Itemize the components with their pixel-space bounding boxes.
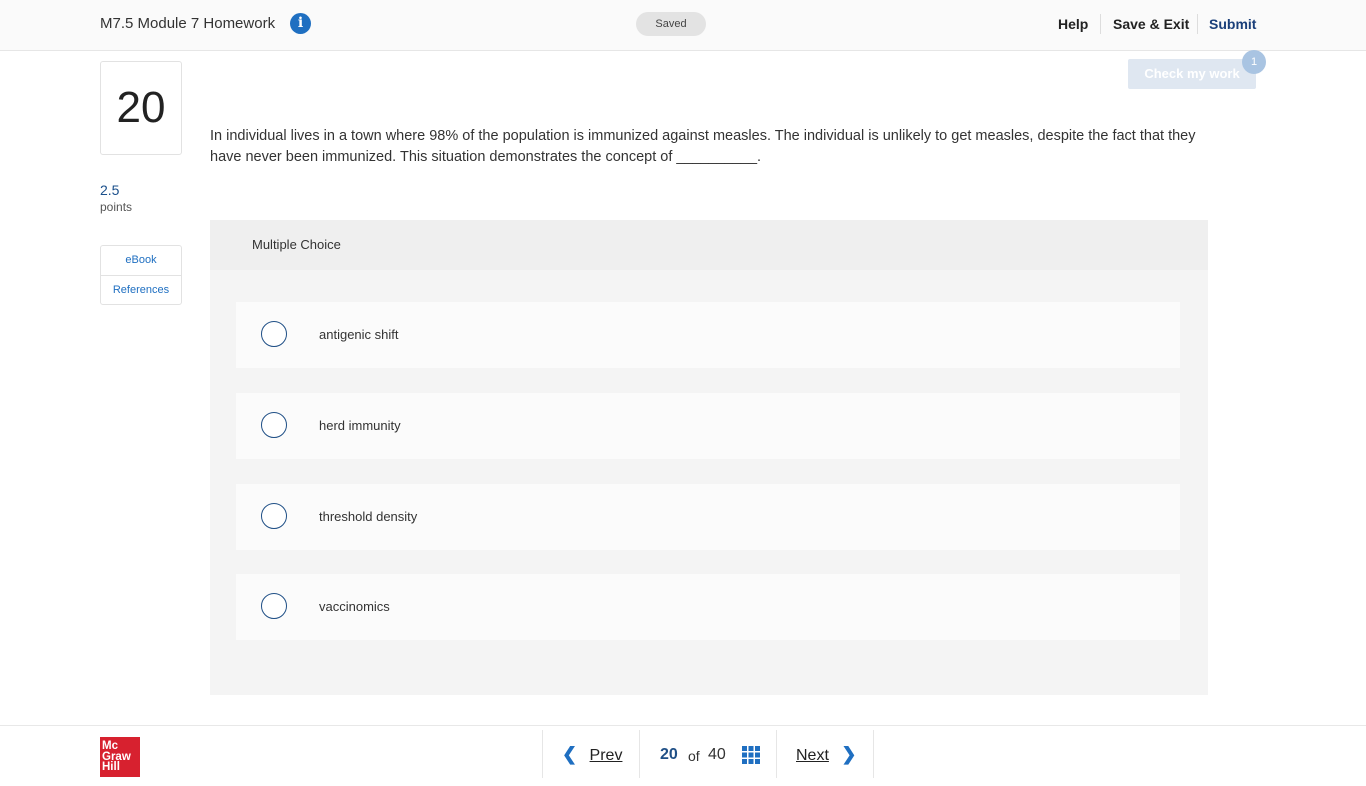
choice-option[interactable]: threshold density (236, 484, 1180, 550)
submit-link[interactable]: Submit (1209, 16, 1256, 32)
assignment-title: M7.5 Module 7 Homework (100, 15, 276, 32)
question-number: 20 (100, 61, 182, 155)
total-pages: 40 (708, 746, 726, 763)
choice-label: vaccinomics (319, 599, 390, 614)
choice-label: antigenic shift (319, 327, 399, 342)
header-divider (1100, 14, 1101, 34)
ebook-link[interactable]: eBook (101, 246, 181, 275)
question-type-label: Multiple Choice (252, 237, 341, 252)
radio-button[interactable] (261, 503, 287, 529)
choice-option[interactable]: antigenic shift (236, 302, 1180, 368)
check-my-work-button[interactable]: Check my work (1128, 59, 1256, 89)
info-icon[interactable]: i (290, 13, 311, 34)
nav-divider (776, 730, 777, 778)
choice-option[interactable]: herd immunity (236, 393, 1180, 459)
nav-divider (639, 730, 640, 778)
next-button[interactable]: Next ❯ (796, 744, 856, 765)
nav-divider (873, 730, 874, 778)
header-divider (1197, 14, 1198, 34)
points-label: points (100, 200, 133, 214)
prev-label: Prev (589, 747, 623, 764)
save-exit-link[interactable]: Save & Exit (1113, 16, 1189, 32)
next-label: Next (796, 747, 829, 764)
logo-line: Hill (102, 761, 120, 773)
radio-button[interactable] (261, 593, 287, 619)
help-link[interactable]: Help (1058, 16, 1088, 32)
resources-panel: eBook References (100, 245, 182, 305)
chevron-left-icon: ❮ (562, 744, 578, 764)
question-type-header: Multiple Choice (210, 220, 1208, 270)
grid-icon[interactable] (742, 746, 760, 764)
nav-divider (542, 730, 543, 778)
top-bar: M7.5 Module 7 Homework i Saved Help Save… (0, 0, 1366, 51)
chevron-right-icon: ❯ (841, 744, 857, 764)
page-of-label: of (688, 748, 700, 764)
choice-label: threshold density (319, 509, 418, 524)
prev-button[interactable]: ❮ Prev (562, 744, 622, 765)
choice-label: herd immunity (319, 418, 401, 433)
radio-button[interactable] (261, 321, 287, 347)
points-value: 2.5 (100, 182, 120, 198)
multiple-choice-panel: Multiple Choice antigenic shift herd imm… (210, 220, 1208, 695)
choice-option[interactable]: vaccinomics (236, 574, 1180, 640)
radio-button[interactable] (261, 412, 287, 438)
mcgraw-hill-logo: Mc Graw Hill (100, 737, 140, 777)
footer-bar: Mc Graw Hill ❮ Prev 20 of 40 Next ❯ (0, 725, 1366, 786)
logo-line: Mc (102, 740, 118, 752)
question-text: In individual lives in a town where 98% … (210, 128, 1196, 165)
check-attempts-badge: 1 (1242, 50, 1266, 74)
references-link[interactable]: References (101, 275, 181, 305)
current-page: 20 (660, 746, 678, 763)
saved-status-badge: Saved (636, 12, 706, 36)
